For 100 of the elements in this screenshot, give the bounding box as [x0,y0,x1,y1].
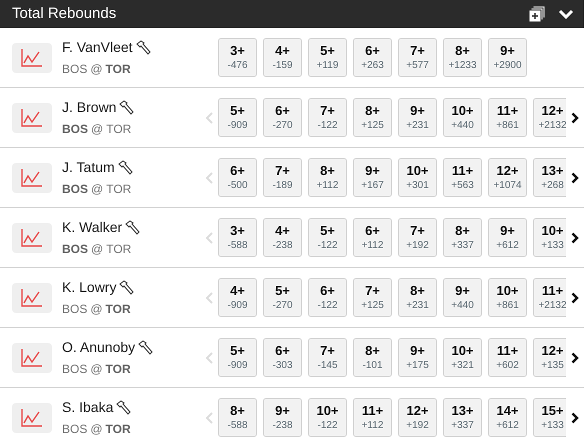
odds-button[interactable]: 11+ +112 [353,398,392,437]
chevron-right-icon[interactable] [571,112,579,124]
team-abbr: BOS [62,121,88,138]
team-abbr: TOR [106,301,131,318]
add-stack-icon[interactable] [528,5,546,23]
chevron-right-icon[interactable] [571,172,579,184]
team-abbr: BOS [62,421,88,438]
odds-button[interactable]: 13+ +337 [443,398,482,437]
odds-button[interactable]: 12+ +135 [533,338,566,377]
odds-button[interactable]: 9+ +440 [443,278,482,317]
hammer-icon [118,100,134,116]
odds-button[interactable]: 6+ -303 [263,338,302,377]
odds-button[interactable]: 6+ -500 [218,158,257,197]
chart-icon[interactable] [12,282,52,312]
chart-icon[interactable] [12,162,52,192]
odds-button[interactable]: 4+ -238 [263,218,302,257]
odds-button[interactable]: 8+ -101 [353,338,392,377]
at-separator: @ [90,421,103,438]
chevron-right-icon[interactable] [571,412,579,424]
team-abbr: BOS [62,181,88,198]
odds-button[interactable]: 5+ -909 [218,98,257,137]
odds-button[interactable]: 7+ +192 [398,218,437,257]
odds-button[interactable]: 8+ +125 [353,98,392,137]
odds-button[interactable]: 9+ +231 [398,98,437,137]
odds-button[interactable]: 7+ +125 [353,278,392,317]
odds-button[interactable]: 6+ -270 [263,98,302,137]
odds-button[interactable]: 9+ -238 [263,398,302,437]
odds-button[interactable]: 15+ +133 [533,398,566,437]
chevron-right-icon[interactable] [571,292,579,304]
hammer-icon [118,280,134,296]
hammer-icon [137,340,154,356]
odds-button[interactable]: 9+ +2900 [488,38,527,77]
odds-button[interactable]: 10+ -122 [308,398,347,437]
odds-button[interactable]: 10+ +301 [398,158,437,197]
at-separator: @ [91,241,104,258]
team-abbr: BOS [62,361,88,378]
odds-button[interactable]: 9+ +175 [398,338,437,377]
odds-button[interactable]: 7+ -189 [263,158,302,197]
odds-button[interactable]: 9+ +167 [353,158,392,197]
hammer-icon [134,40,151,56]
odds-button[interactable]: 9+ +612 [488,218,527,257]
team-abbr: TOR [106,181,132,198]
odds-button[interactable]: 3+ -588 [218,218,257,257]
chart-icon[interactable] [12,402,52,432]
odds-button[interactable]: 7+ +577 [398,38,437,77]
player-name: O. Anunoby [62,338,136,357]
team-abbr: TOR [106,361,131,378]
odds-button[interactable]: 4+ -909 [218,278,257,317]
chart-icon[interactable] [12,102,52,132]
odds-button[interactable]: 4+ -159 [263,38,302,77]
player-name: S. Ibaka [62,398,114,417]
odds-button[interactable]: 6+ +263 [353,38,392,77]
odds-button[interactable]: 5+ -270 [263,278,302,317]
team-abbr: BOS [62,301,88,318]
odds-button[interactable]: 10+ +321 [443,338,482,377]
chart-icon[interactable] [12,222,52,252]
odds-button[interactable]: 10+ +861 [488,278,527,317]
chevron-right-icon[interactable] [571,352,579,364]
odds-button[interactable]: 8+ +231 [398,278,437,317]
odds-button[interactable]: 12+ +2132 [533,98,566,137]
odds-button[interactable]: 8+ +112 [308,158,347,197]
chevron-right-icon[interactable] [571,232,579,244]
odds-button[interactable]: 7+ -122 [308,98,347,137]
odds-button[interactable]: 10+ +133 [533,218,566,257]
odds-button[interactable]: 8+ -588 [218,398,257,437]
odds-button[interactable]: 6+ -122 [308,278,347,317]
odds-button[interactable]: 5+ +119 [308,38,347,77]
odds-button[interactable]: 13+ +268 [533,158,566,197]
chart-icon[interactable] [12,42,52,72]
odds-button[interactable]: 14+ +612 [488,398,527,437]
team-abbr: TOR [106,241,132,258]
player-name: K. Walker [62,218,122,237]
odds-button[interactable]: 7+ -145 [308,338,347,377]
team-abbr: TOR [106,121,132,138]
hammer-icon [115,400,132,416]
odds-button[interactable]: 10+ +440 [443,98,482,137]
odds-button[interactable]: 3+ -476 [218,38,257,77]
player-name: J. Tatum [62,158,115,177]
odds-button[interactable]: 11+ +602 [488,338,527,377]
player-name: J. Brown [62,98,116,117]
odds-button[interactable]: 5+ -122 [308,218,347,257]
at-separator: @ [90,301,103,318]
odds-button[interactable]: 6+ +112 [353,218,392,257]
at-separator: @ [90,361,103,378]
hammer-icon [116,160,133,176]
hammer-icon [124,220,140,236]
odds-button[interactable]: 12+ +192 [398,398,437,437]
section-title: Total Rebounds [12,4,116,24]
player-name: K. Lowry [62,278,116,297]
chevron-down-icon[interactable] [558,9,574,19]
odds-button[interactable]: 12+ +1074 [488,158,527,197]
odds-button[interactable]: 8+ +337 [443,218,482,257]
at-separator: @ [91,121,104,138]
chart-icon[interactable] [12,342,52,372]
odds-button[interactable]: 5+ -909 [218,338,257,377]
odds-button[interactable]: 11+ +861 [488,98,527,137]
odds-button[interactable]: 11+ +2132 [533,278,566,317]
odds-button[interactable]: 8+ +1233 [443,38,482,77]
odds-button[interactable]: 11+ +563 [443,158,482,197]
team-abbr: BOS [62,61,88,78]
